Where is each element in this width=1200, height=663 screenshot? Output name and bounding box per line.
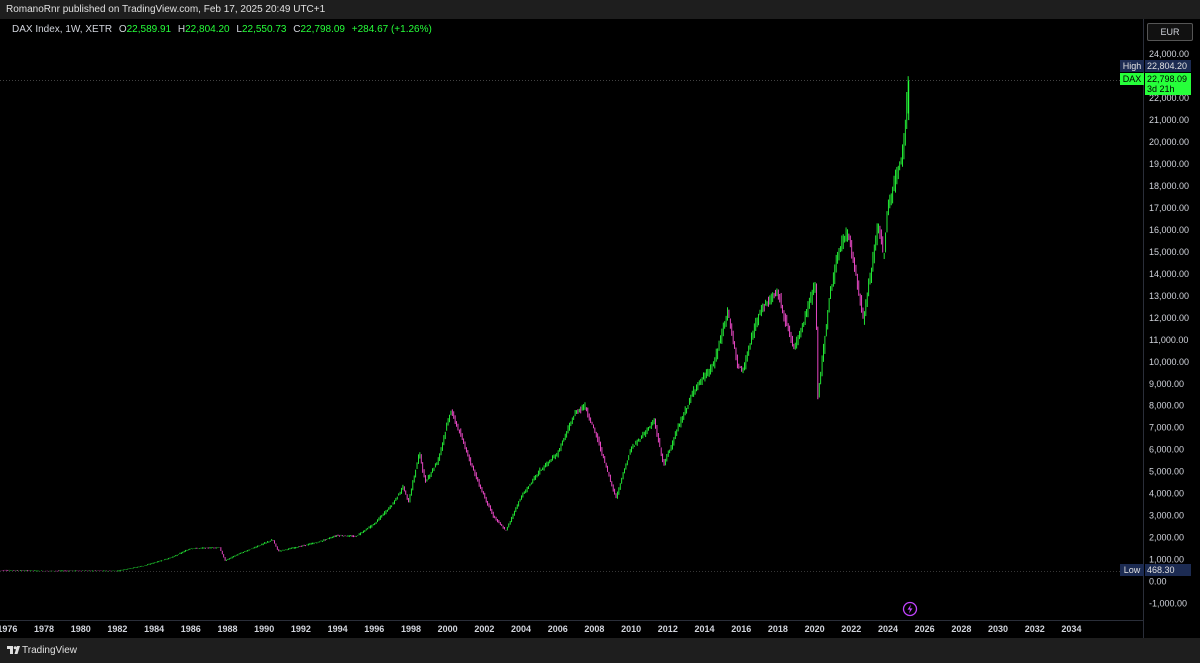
currency-button[interactable]: EUR — [1147, 23, 1193, 41]
y-tick-label: 10,000.00 — [1149, 357, 1189, 367]
lightning-icon[interactable] — [902, 601, 918, 617]
legend-open-value: 22,589.91 — [126, 24, 172, 35]
y-tick-label: 7,000.00 — [1149, 423, 1184, 433]
y-tick-label: 9,000.00 — [1149, 379, 1184, 389]
legend-close-value: 22,798.09 — [300, 24, 345, 35]
y-tick-label: 12,000.00 — [1149, 313, 1189, 323]
y-tick-label: 13,000.00 — [1149, 291, 1189, 301]
low-tag-value: 468.30 — [1145, 564, 1191, 576]
legend-high-value: 22,804.20 — [185, 24, 230, 35]
x-tick-label: 2014 — [694, 624, 714, 634]
y-tick-label: 3,000.00 — [1149, 511, 1184, 521]
y-tick-label: 15,000.00 — [1149, 247, 1189, 257]
footer-brand: TradingView — [22, 645, 78, 656]
y-tick-label: 5,000.00 — [1149, 467, 1184, 477]
symbol-tag-label: DAX — [1120, 73, 1144, 85]
x-tick-label: 1998 — [401, 624, 421, 634]
x-tick-label: 2022 — [841, 624, 861, 634]
legend-low-value: 22,550.73 — [241, 24, 287, 35]
x-tick-label: 2020 — [805, 624, 825, 634]
x-tick-label: 1986 — [181, 624, 201, 634]
high-tag-value: 22,804.20 — [1145, 60, 1191, 72]
y-tick-label: 14,000.00 — [1149, 269, 1189, 279]
x-tick-label: 2000 — [438, 624, 458, 634]
x-tick-label: 2028 — [951, 624, 971, 634]
y-tick-label: 16,000.00 — [1149, 225, 1189, 235]
x-tick-label: 2012 — [658, 624, 678, 634]
footer-bar: TradingView — [0, 638, 1200, 663]
y-tick-label: 19,000.00 — [1149, 159, 1189, 169]
x-tick-label: 2010 — [621, 624, 641, 634]
y-tick-label: 2,000.00 — [1149, 533, 1184, 543]
y-tick-label: 24,000.00 — [1149, 49, 1189, 59]
x-tick-label: 2024 — [878, 624, 898, 634]
x-tick-label: 2032 — [1025, 624, 1045, 634]
x-tick-label: 1988 — [217, 624, 237, 634]
x-tick-label: 1976 — [0, 624, 17, 634]
x-tick-label: 1982 — [107, 624, 127, 634]
x-tick-label: 2026 — [915, 624, 935, 634]
x-tick-label: 2034 — [1061, 624, 1081, 634]
y-tick-label: 17,000.00 — [1149, 203, 1189, 213]
y-tick-label: -1,000.00 — [1149, 599, 1187, 609]
x-tick-label: 1996 — [364, 624, 384, 634]
chart-svg: 24,000.0022,000.0021,000.0020,000.0019,0… — [0, 49, 1189, 634]
x-tick-label: 2030 — [988, 624, 1008, 634]
x-tick-label: 2018 — [768, 624, 788, 634]
ohlc-legend: DAX Index, 1W, XETR O22,589.91 H22,804.2… — [12, 24, 432, 35]
x-tick-label: 2006 — [548, 624, 568, 634]
y-tick-label: 18,000.00 — [1149, 181, 1189, 191]
x-tick-label: 2008 — [584, 624, 604, 634]
bar-countdown: 3d 21h — [1145, 84, 1191, 95]
legend-open-label: O — [118, 24, 127, 35]
y-tick-label: 6,000.00 — [1149, 445, 1184, 455]
x-tick-label: 2016 — [731, 624, 751, 634]
low-tag-label: Low — [1120, 564, 1144, 576]
y-tick-label: 21,000.00 — [1149, 115, 1189, 125]
y-tick-label: 11,000.00 — [1149, 335, 1188, 345]
x-tick-label: 1978 — [34, 624, 54, 634]
x-tick-label: 2004 — [511, 624, 531, 634]
legend-change: +284.67 (+1.26%) — [351, 24, 432, 35]
x-tick-label: 1990 — [254, 624, 274, 634]
x-tick-label: 2002 — [474, 624, 494, 634]
x-tick-label: 1994 — [328, 624, 348, 634]
legend-symbol: DAX Index, 1W, XETR — [12, 24, 113, 35]
x-tick-label: 1992 — [291, 624, 311, 634]
high-tag-label: High — [1120, 60, 1144, 72]
x-tick-label: 1984 — [144, 624, 164, 634]
y-tick-label: 0.00 — [1149, 577, 1167, 587]
x-tick-label: 1980 — [71, 624, 91, 634]
y-tick-label: 20,000.00 — [1149, 137, 1189, 147]
y-tick-label: 4,000.00 — [1149, 489, 1184, 499]
tradingview-logo-icon — [7, 646, 20, 654]
y-tick-label: 8,000.00 — [1149, 401, 1184, 411]
